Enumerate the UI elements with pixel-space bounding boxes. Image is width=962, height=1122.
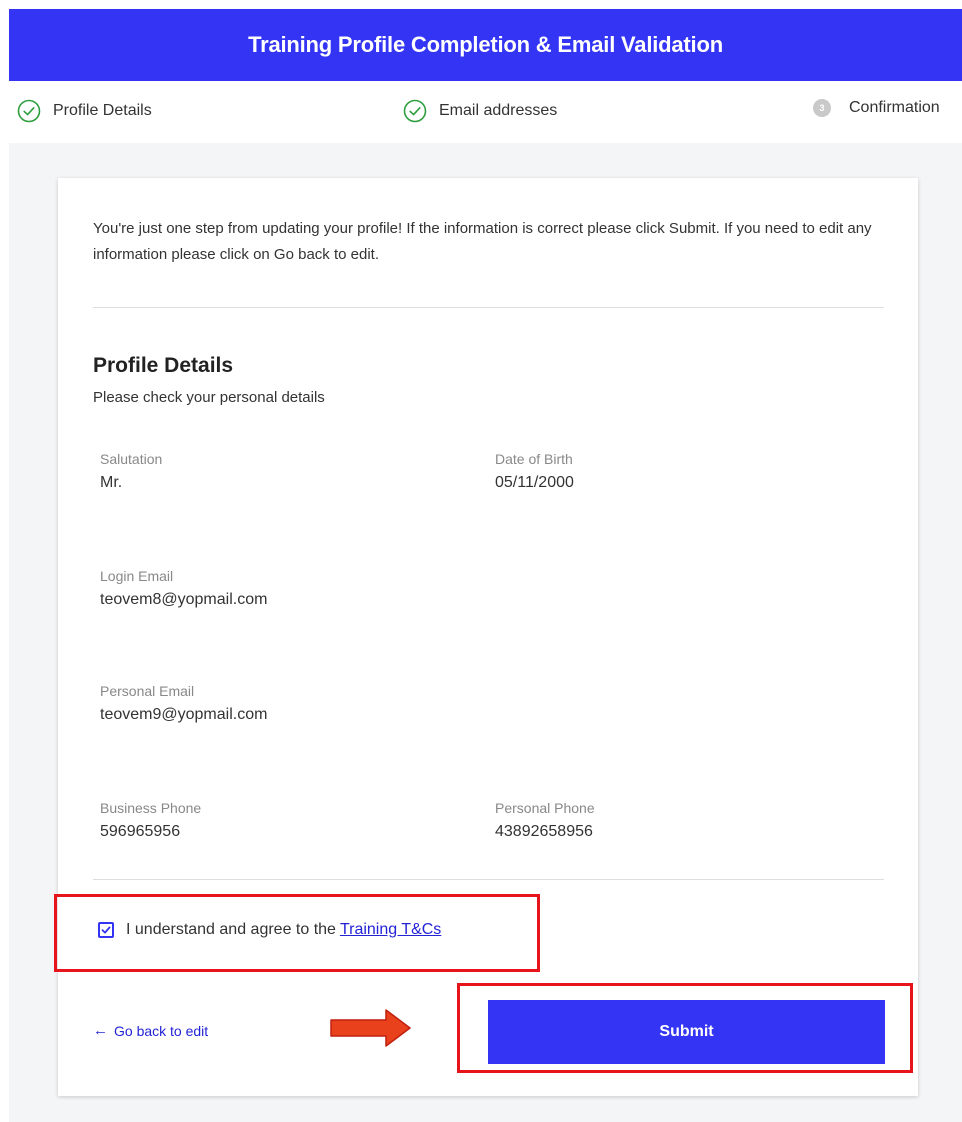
arrow-right-icon xyxy=(330,1009,411,1047)
terms-link[interactable]: Training T&Cs xyxy=(340,921,441,939)
divider xyxy=(93,307,884,308)
field-personal-email: Personal Email teovem9@yopmail.com xyxy=(100,683,267,724)
step-email-addresses: Email addresses xyxy=(403,99,557,123)
field-label: Date of Birth xyxy=(495,451,573,467)
step-label: Confirmation xyxy=(849,99,940,116)
go-back-link[interactable]: ← Go back to edit xyxy=(93,1022,208,1039)
step-label: Profile Details xyxy=(53,102,152,119)
header-bar: Training Profile Completion & Email Vali… xyxy=(9,9,962,81)
field-value: teovem9@yopmail.com xyxy=(100,706,268,723)
page-title: Training Profile Completion & Email Vali… xyxy=(248,32,723,57)
step-number-badge: 3 xyxy=(813,99,831,117)
field-label: Business Phone xyxy=(100,800,202,816)
field-value: teovem8@yopmail.com xyxy=(100,591,268,608)
field-label: Salutation xyxy=(100,451,163,467)
field-value: 596965956 xyxy=(100,823,181,840)
page: Training Profile Completion & Email Vali… xyxy=(0,0,962,1122)
intro-text: You're just one step from updating your … xyxy=(93,220,872,263)
terms-agreement: I understand and agree to the Training T… xyxy=(98,921,441,939)
check-circle-icon xyxy=(403,99,427,123)
step-confirmation: 3 Confirmation xyxy=(813,99,940,117)
checkmark-icon xyxy=(101,926,111,934)
confirmation-card: You're just one step from updating your … xyxy=(58,178,918,1096)
field-value: Mr. xyxy=(100,474,123,491)
stepper: Profile Details Email addresses 3 Confir… xyxy=(9,81,962,143)
terms-text: I understand and agree to the xyxy=(126,921,336,938)
field-personal-phone: Personal Phone 43892658956 xyxy=(495,800,595,841)
field-label: Personal Email xyxy=(100,683,195,699)
field-business-phone: Business Phone 596965956 xyxy=(100,800,201,841)
field-login-email: Login Email teovem8@yopmail.com xyxy=(100,568,267,609)
step-profile-details: Profile Details xyxy=(17,99,152,123)
field-value: 05/11/2000 xyxy=(495,474,574,491)
check-circle-icon xyxy=(17,99,41,123)
terms-checkbox[interactable] xyxy=(98,922,114,938)
section-subtitle: Please check your personal details xyxy=(93,389,325,406)
field-label: Personal Phone xyxy=(495,800,595,816)
arrow-left-icon: ← xyxy=(93,1022,108,1039)
submit-button[interactable]: Submit xyxy=(488,1000,885,1064)
field-value: 43892658956 xyxy=(495,823,593,840)
field-date-of-birth: Date of Birth 05/11/2000 xyxy=(495,451,574,492)
section-title: Profile Details xyxy=(93,354,234,377)
divider xyxy=(93,879,884,880)
field-label: Login Email xyxy=(100,568,174,584)
field-salutation: Salutation Mr. xyxy=(100,451,162,492)
go-back-label: Go back to edit xyxy=(114,1022,209,1039)
step-label: Email addresses xyxy=(439,102,558,119)
